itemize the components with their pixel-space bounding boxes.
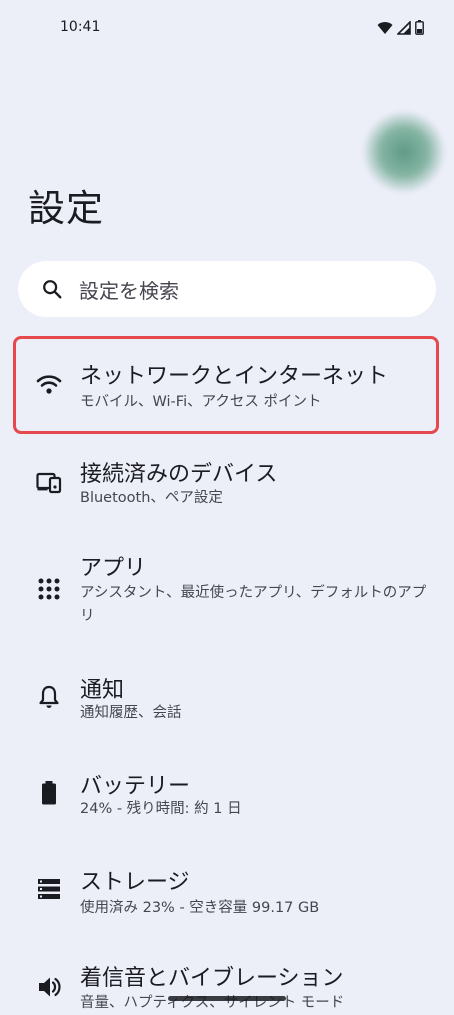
storage-icon bbox=[38, 879, 60, 899]
settings-item-subtitle: モバイル、Wi-Fi、アクセス ポイント bbox=[80, 394, 322, 410]
devices-icon bbox=[36, 472, 62, 494]
page-title: 設定 bbox=[28, 187, 104, 230]
settings-item-subtitle: アシスタント、最近使ったアプリ、デフォルトのアプリ bbox=[80, 585, 427, 624]
wifi-icon bbox=[36, 375, 62, 394]
volume-icon bbox=[39, 977, 61, 997]
settings-item-title: アプリ bbox=[80, 556, 147, 581]
settings-item-title: 接続済みのデバイス bbox=[80, 462, 278, 487]
gesture-nav-handle[interactable] bbox=[168, 996, 286, 1001]
settings-item-subtitle: 使用済み 23% - 空き容量 99.17 GB bbox=[80, 900, 320, 916]
search-placeholder: 設定を検索 bbox=[79, 278, 179, 303]
settings-item-battery[interactable]: バッテリー 24% - 残り時間: 約 1 日 bbox=[0, 756, 454, 836]
wifi-icon bbox=[377, 21, 393, 34]
status-icons bbox=[377, 20, 424, 35]
settings-item-title: ストレージ bbox=[80, 870, 190, 895]
settings-item-title: バッテリー bbox=[80, 774, 191, 799]
apps-grid-icon bbox=[38, 578, 60, 600]
bell-icon bbox=[39, 685, 59, 708]
settings-item-connected-devices[interactable]: 接続済みのデバイス Bluetooth、ペア設定 bbox=[0, 436, 454, 526]
settings-item-subtitle: 通知履歴、会話 bbox=[80, 705, 182, 721]
settings-item-title: ネットワークとインターネット bbox=[80, 364, 389, 389]
settings-item-apps[interactable]: アプリ アシスタント、最近使ったアプリ、デフォルトのアプリ bbox=[0, 536, 454, 636]
settings-item-storage[interactable]: ストレージ 使用済み 23% - 空き容量 99.17 GB bbox=[0, 852, 454, 932]
signal-icon bbox=[397, 20, 411, 35]
battery-icon bbox=[42, 781, 56, 805]
settings-item-title: 着信音とバイブレーション bbox=[80, 966, 344, 991]
settings-item-notifications[interactable]: 通知 通知履歴、会話 bbox=[0, 660, 454, 740]
settings-item-network[interactable]: ネットワークとインターネット モバイル、Wi-Fi、アクセス ポイント bbox=[0, 336, 454, 428]
search-icon bbox=[43, 280, 62, 299]
settings-item-title: 通知 bbox=[80, 678, 125, 703]
status-time: 10:41 bbox=[60, 19, 101, 35]
battery-icon bbox=[415, 20, 424, 35]
search-bar[interactable]: 設定を検索 bbox=[18, 261, 436, 317]
avatar[interactable] bbox=[362, 110, 446, 194]
settings-item-subtitle: Bluetooth、ペア設定 bbox=[80, 490, 223, 506]
settings-item-subtitle: 24% - 残り時間: 約 1 日 bbox=[80, 801, 242, 817]
status-bar: 10:41 bbox=[0, 0, 454, 56]
